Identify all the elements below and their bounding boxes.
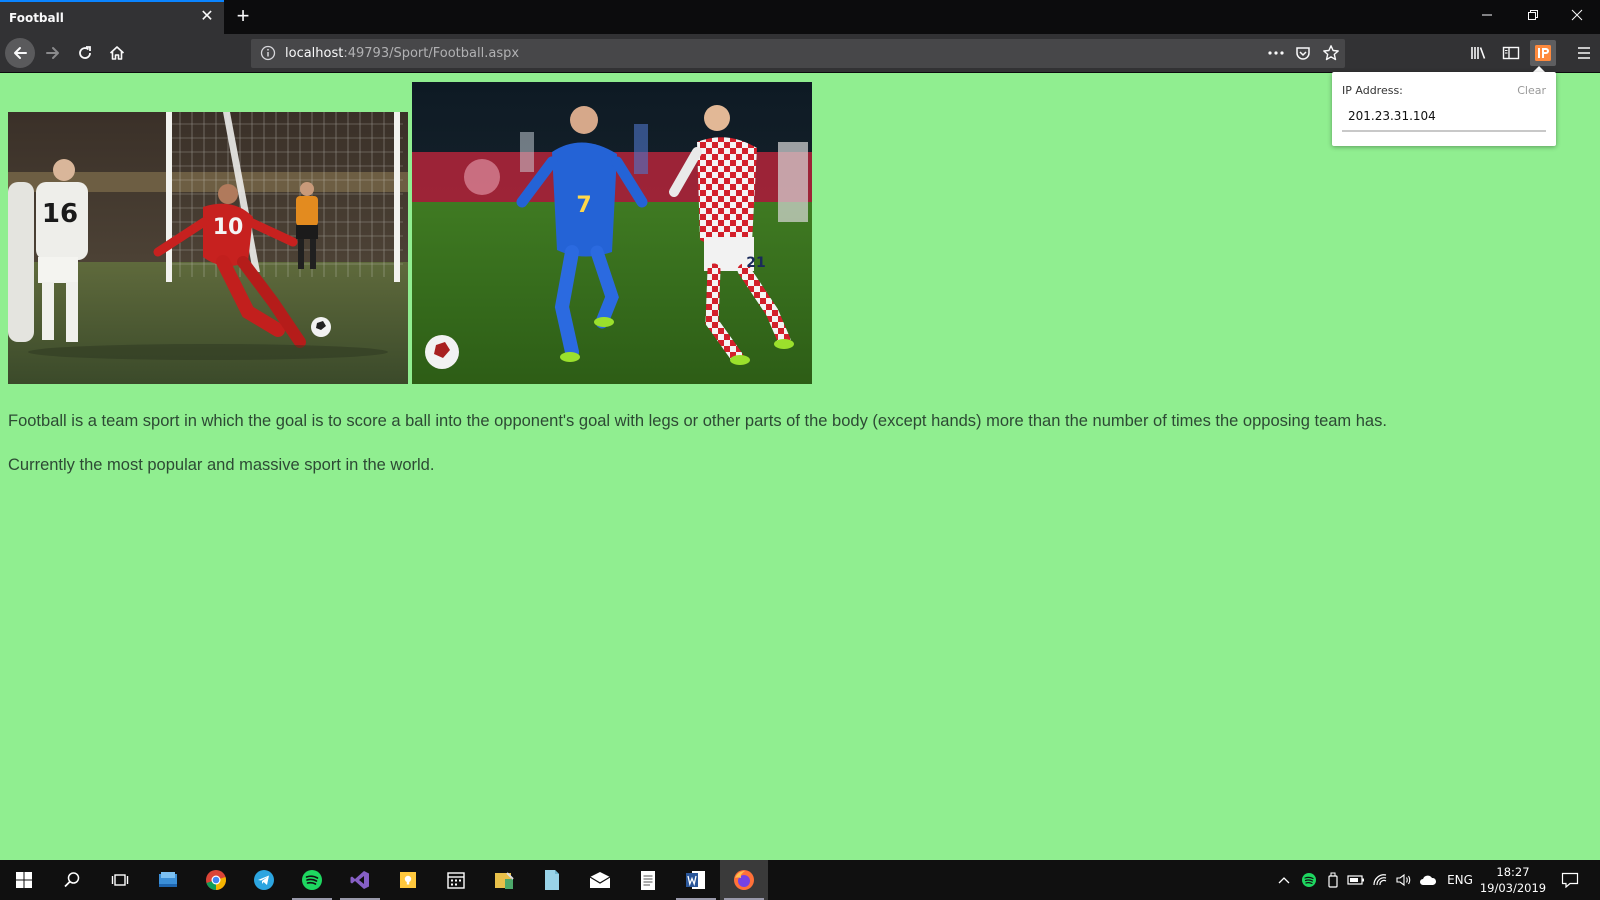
jersey-number-left: 16 bbox=[42, 199, 78, 229]
chrome-icon[interactable] bbox=[192, 860, 240, 900]
navigation-toolbar: localhost:49793/Sport/Football.aspx bbox=[0, 34, 1600, 73]
ip-address-value[interactable]: 201.23.31.104 bbox=[1348, 109, 1436, 123]
start-icon[interactable] bbox=[0, 860, 48, 900]
firefox-icon[interactable] bbox=[720, 860, 768, 900]
spotify-icon[interactable] bbox=[288, 860, 336, 900]
tab-strip: Football ✕ + bbox=[0, 0, 1600, 34]
back-icon[interactable] bbox=[5, 38, 35, 68]
page-actions-icon[interactable] bbox=[1267, 45, 1285, 66]
jersey-number-right: 10 bbox=[213, 215, 244, 240]
jersey-number-left: 7 bbox=[576, 193, 591, 218]
restore-icon[interactable] bbox=[1510, 0, 1556, 32]
mail-icon[interactable] bbox=[576, 860, 624, 900]
reload-icon[interactable] bbox=[70, 38, 100, 68]
wifi-icon[interactable] bbox=[1370, 870, 1390, 890]
show-hidden-icons-icon[interactable] bbox=[1276, 870, 1292, 890]
usb-device-icon[interactable] bbox=[1324, 870, 1342, 890]
spotify-tray-icon[interactable] bbox=[1300, 870, 1318, 890]
football-description: Football is a team sport in which the go… bbox=[8, 412, 1387, 430]
file-explorer-icon[interactable] bbox=[144, 860, 192, 900]
library-icon[interactable] bbox=[1466, 40, 1492, 66]
pocket-icon[interactable] bbox=[1295, 45, 1311, 66]
onedrive-icon[interactable] bbox=[1418, 870, 1438, 890]
clear-button[interactable]: Clear bbox=[1517, 84, 1546, 97]
menu-icon[interactable] bbox=[1571, 40, 1597, 66]
tab-title: Football bbox=[9, 11, 64, 25]
new-tab-icon[interactable]: + bbox=[231, 4, 255, 28]
telegram-icon[interactable] bbox=[240, 860, 288, 900]
ip-address-extension-icon[interactable] bbox=[1530, 40, 1556, 66]
clock-time: 18:27 bbox=[1496, 865, 1530, 879]
home-icon[interactable] bbox=[102, 38, 132, 68]
ip-address-underline bbox=[1342, 130, 1546, 132]
action-center-icon[interactable] bbox=[1558, 870, 1582, 890]
ip-address-label: IP Address: bbox=[1342, 84, 1403, 97]
windows-taskbar: ENG 18:27 19/03/2019 bbox=[0, 860, 1600, 900]
url-text[interactable]: localhost:49793/Sport/Football.aspx bbox=[285, 46, 519, 61]
close-tab-icon[interactable]: ✕ bbox=[198, 8, 216, 26]
ip-address-popup: IP Address: Clear 201.23.31.104 bbox=[1332, 72, 1556, 146]
clock[interactable]: 18:27 19/03/2019 bbox=[1476, 864, 1550, 896]
notepad-icon[interactable] bbox=[624, 860, 672, 900]
minimize-icon[interactable] bbox=[1464, 0, 1510, 32]
page-content: 16 10 7 21 Football is a team sport in w… bbox=[0, 74, 1600, 860]
football-photo-match: 7 21 bbox=[412, 82, 812, 384]
sticky-notes-icon[interactable] bbox=[384, 860, 432, 900]
forward-icon[interactable] bbox=[38, 38, 68, 68]
battery-icon[interactable] bbox=[1346, 870, 1366, 890]
bookmark-star-icon[interactable] bbox=[1322, 44, 1340, 67]
tools-folder-icon[interactable] bbox=[480, 860, 528, 900]
input-language[interactable]: ENG bbox=[1444, 870, 1476, 890]
volume-icon[interactable] bbox=[1394, 870, 1414, 890]
football-photo-goal-shot: 16 10 bbox=[8, 112, 408, 384]
document-viewer-icon[interactable] bbox=[528, 860, 576, 900]
task-view-icon[interactable] bbox=[96, 860, 144, 900]
close-window-icon[interactable] bbox=[1554, 0, 1600, 32]
calendar-icon[interactable] bbox=[432, 860, 480, 900]
sidebar-icon[interactable] bbox=[1498, 40, 1524, 66]
visual-studio-icon[interactable] bbox=[336, 860, 384, 900]
clock-date: 19/03/2019 bbox=[1479, 881, 1547, 895]
jersey-number-right: 21 bbox=[746, 255, 765, 271]
url-path: :49793/Sport/Football.aspx bbox=[343, 46, 520, 61]
search-icon[interactable] bbox=[48, 860, 96, 900]
site-info-icon[interactable] bbox=[260, 45, 276, 66]
tab-football[interactable]: Football ✕ bbox=[0, 0, 224, 34]
url-bar[interactable]: localhost:49793/Sport/Football.aspx bbox=[251, 39, 1345, 68]
word-icon[interactable] bbox=[672, 860, 720, 900]
football-popularity: Currently the most popular and massive s… bbox=[8, 456, 435, 474]
url-host: localhost bbox=[285, 46, 344, 61]
